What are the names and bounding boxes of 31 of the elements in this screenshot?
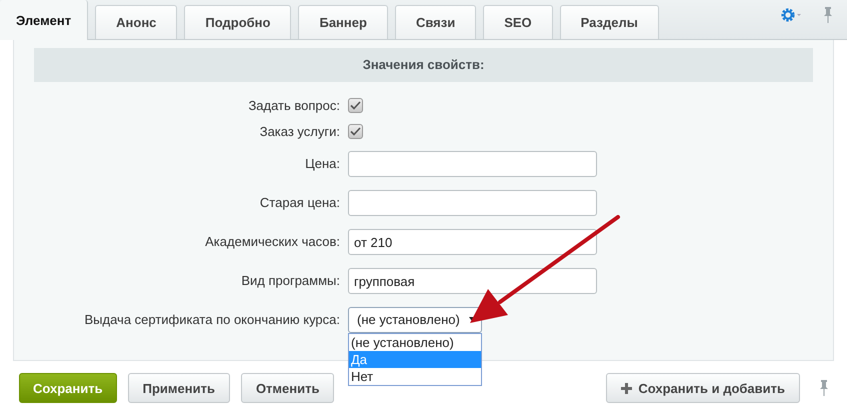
tab[interactable]: Связи bbox=[394, 5, 476, 39]
pin-icon[interactable] bbox=[823, 6, 833, 24]
tab[interactable]: Подробно bbox=[184, 5, 292, 39]
select-field[interactable]: (не установлено) bbox=[348, 306, 482, 332]
tab[interactable]: Элемент bbox=[0, 0, 88, 40]
field-label: Заказ услуги: bbox=[258, 124, 341, 138]
section-header: Значения свойств: bbox=[34, 48, 813, 82]
checkbox[interactable] bbox=[348, 124, 363, 138]
tab[interactable]: Разделы bbox=[560, 5, 659, 39]
settings-icon[interactable] bbox=[781, 8, 803, 22]
tab[interactable]: Баннер bbox=[298, 5, 388, 39]
field-label: Вид программы: bbox=[240, 273, 341, 288]
dropdown-option[interactable]: Нет bbox=[349, 368, 481, 384]
input-field[interactable]: групповая bbox=[348, 268, 597, 294]
input-field[interactable]: от 210 bbox=[348, 228, 597, 254]
plus-icon bbox=[621, 382, 632, 394]
field-label: Выдача сертификата по окончанию курса: bbox=[84, 312, 341, 327]
field-label: Задать вопрос: bbox=[247, 98, 341, 112]
field-label: Старая цена: bbox=[258, 195, 341, 210]
checkbox[interactable] bbox=[348, 98, 363, 112]
dropdown-option[interactable]: (не установлено) bbox=[349, 334, 481, 350]
input-field[interactable] bbox=[348, 150, 597, 176]
action-button[interactable]: Применить bbox=[128, 373, 230, 403]
tab[interactable]: Анонс bbox=[95, 5, 178, 39]
field-label: Цена: bbox=[304, 156, 341, 171]
tab[interactable]: SEO bbox=[483, 5, 553, 39]
field-label: Академических часов: bbox=[204, 234, 341, 249]
action-button[interactable]: Отменить bbox=[240, 373, 334, 403]
action-button[interactable]: Сохранить и добавить bbox=[606, 373, 800, 403]
input-field[interactable] bbox=[348, 190, 597, 216]
pin-icon[interactable] bbox=[819, 379, 829, 397]
